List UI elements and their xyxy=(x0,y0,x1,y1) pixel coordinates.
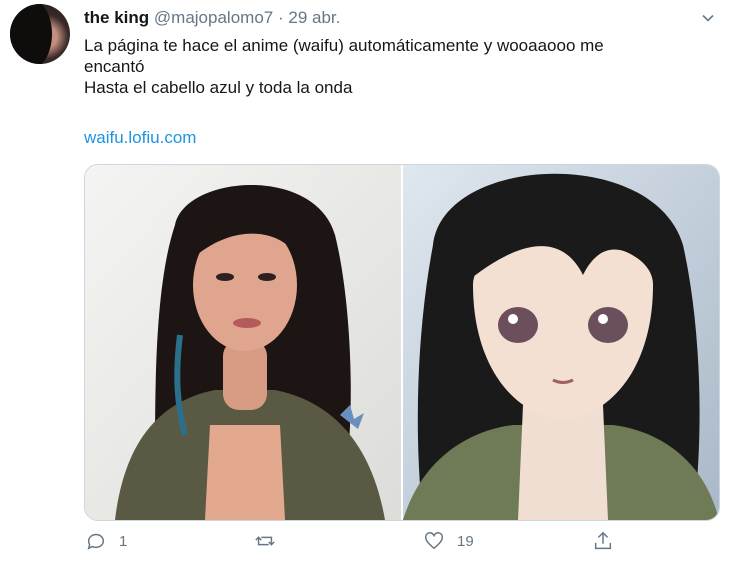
media-grid xyxy=(84,164,720,521)
tweet-actions: 1 19 xyxy=(0,530,730,560)
photo-left[interactable] xyxy=(85,165,401,520)
reply-count: 1 xyxy=(119,532,128,550)
share-button[interactable] xyxy=(592,530,614,552)
heart-icon xyxy=(425,532,443,550)
retweet-icon xyxy=(255,536,275,546)
reply-button[interactable]: 1 xyxy=(85,530,127,552)
user-handle[interactable]: @majopalomo7 xyxy=(154,8,273,27)
tweet-header: the king @majopalomo7 · 29 abr. xyxy=(84,8,340,28)
avatar[interactable] xyxy=(10,4,70,64)
tweet-text-line: La página te hace el anime (waifu) autom… xyxy=(84,36,604,55)
chevron-down-icon[interactable] xyxy=(700,10,716,26)
tweet-text: La página te hace el anime (waifu) autom… xyxy=(84,35,704,98)
tweet-text-line: encantó xyxy=(84,57,145,76)
like-count: 19 xyxy=(457,532,474,550)
separator: · xyxy=(277,8,284,27)
tweet-text-line: Hasta el cabello azul y toda la onda xyxy=(84,78,353,97)
display-name[interactable]: the king xyxy=(84,8,149,27)
tweet-date[interactable]: 29 abr. xyxy=(288,8,340,27)
tweet-link[interactable]: waifu.lofiu.com xyxy=(84,128,196,148)
reply-icon xyxy=(87,533,105,550)
like-button[interactable]: 19 xyxy=(423,530,474,552)
retweet-button[interactable] xyxy=(254,530,288,552)
photo-right[interactable] xyxy=(403,165,719,520)
share-icon xyxy=(594,531,612,550)
